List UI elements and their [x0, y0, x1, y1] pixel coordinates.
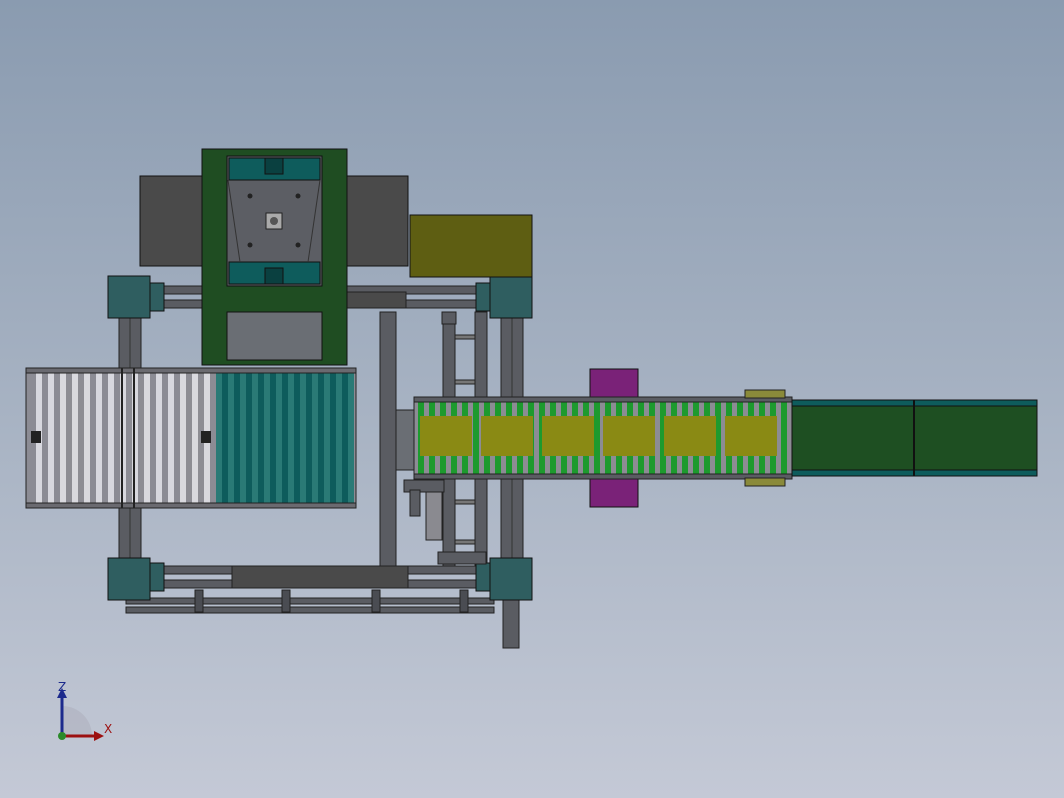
gripper-head[interactable]	[139, 148, 409, 366]
belt-conveyor[interactable]	[791, 399, 1038, 477]
bottom-rails	[125, 589, 520, 649]
pallet-roller	[144, 373, 150, 503]
machine-top-view: Z X	[25, 148, 1038, 741]
pallet-roller	[348, 373, 354, 503]
pallet-roller	[168, 373, 174, 503]
product-roller	[473, 402, 479, 474]
pallet-roller	[264, 373, 270, 503]
product-bag	[603, 416, 655, 456]
pallet-roller	[288, 373, 294, 503]
product-bag	[420, 416, 472, 456]
product-bag	[664, 416, 716, 456]
pallet-roller	[336, 373, 342, 503]
pallet-roller	[156, 373, 162, 503]
purple-guide-top	[589, 368, 639, 400]
pallet-roller	[84, 373, 90, 503]
product-roller	[594, 402, 600, 474]
product-bag	[481, 416, 533, 456]
coordinate-triad: Z X	[57, 680, 112, 741]
pallet-roller	[252, 373, 258, 503]
x-axis-label: X	[104, 722, 112, 736]
cad-viewport[interactable]: Z X	[0, 0, 1064, 798]
product-roller	[781, 402, 787, 474]
pallet-roller	[276, 373, 282, 503]
pallet-roller	[108, 373, 114, 503]
pallet-roller	[60, 373, 66, 503]
product-bag	[542, 416, 594, 456]
pallet-roller	[180, 373, 186, 503]
control-box[interactable]	[409, 214, 533, 278]
purple-guide-bottom	[589, 476, 639, 508]
product-conveyor[interactable]	[413, 389, 793, 487]
pallet-roller	[192, 373, 198, 503]
pallet-roller	[48, 373, 54, 503]
pallet-roller	[228, 373, 234, 503]
pallet-roller	[216, 373, 222, 503]
pallet-roller	[300, 373, 306, 503]
pallet-roller	[72, 373, 78, 503]
pallet-conveyor[interactable]	[25, 367, 357, 509]
pallet-roller	[312, 373, 318, 503]
pallet-roller	[96, 373, 102, 503]
product-bag	[725, 416, 777, 456]
pallet-roller	[240, 373, 246, 503]
z-axis-label: Z	[58, 680, 66, 694]
pallet-roller	[324, 373, 330, 503]
